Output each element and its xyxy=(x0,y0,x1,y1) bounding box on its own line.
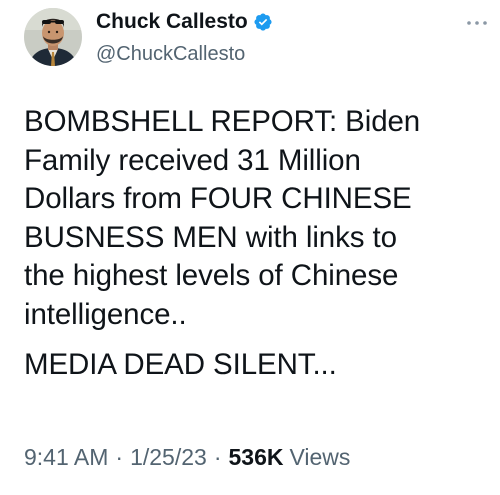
author-handle[interactable]: @ChuckCallesto xyxy=(96,43,245,66)
views-count: 536K xyxy=(228,444,284,470)
tweet-paragraph: MEDIA DEAD SILENT... xyxy=(24,348,337,381)
tweet-card: Chuck Callesto @ChuckCallesto BOMBSHELL … xyxy=(0,0,500,495)
more-options-icon[interactable] xyxy=(466,14,488,25)
author-name-row: Chuck Callesto xyxy=(96,9,273,35)
meta-separator: · xyxy=(213,444,222,470)
tweet-time[interactable]: 9:41 AM xyxy=(24,444,108,471)
tweet-paragraph: BOMBSHELL REPORT: Biden Family received … xyxy=(24,105,421,331)
views-label: Views xyxy=(289,444,351,470)
tweet-date[interactable]: 1/25/23 xyxy=(130,444,207,471)
avatar[interactable] xyxy=(24,8,82,66)
tweet-metadata: 9:41 AM · 1/25/23 · 536K Views xyxy=(24,444,350,471)
verified-badge-icon xyxy=(253,12,273,32)
meta-separator: · xyxy=(115,444,124,470)
tweet-body: BOMBSHELL REPORT: Biden Family received … xyxy=(24,103,489,385)
author-display-name[interactable]: Chuck Callesto xyxy=(96,10,248,34)
avatar-image xyxy=(24,8,82,66)
